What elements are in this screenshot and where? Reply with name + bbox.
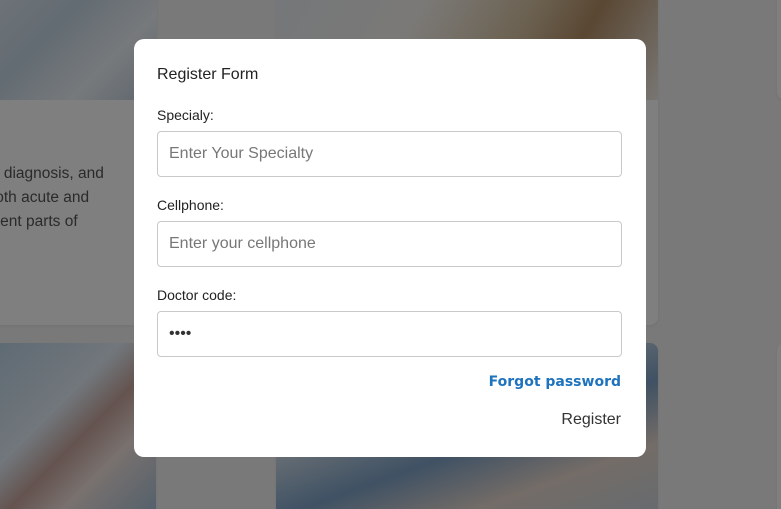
specialty-label: Specialy: xyxy=(157,107,214,123)
register-modal: Register Form Specialy: Cellphone: Docto… xyxy=(134,39,646,457)
doctor-code-input[interactable] xyxy=(157,311,622,357)
modal-title: Register Form xyxy=(157,66,259,83)
forgot-password-link[interactable]: Forgot password xyxy=(489,374,621,390)
doctor-code-label: Doctor code: xyxy=(157,287,237,303)
cellphone-label: Cellphone: xyxy=(157,197,224,213)
register-button[interactable]: Register xyxy=(561,411,621,429)
specialty-input[interactable] xyxy=(157,131,622,177)
cellphone-input[interactable] xyxy=(157,221,622,267)
